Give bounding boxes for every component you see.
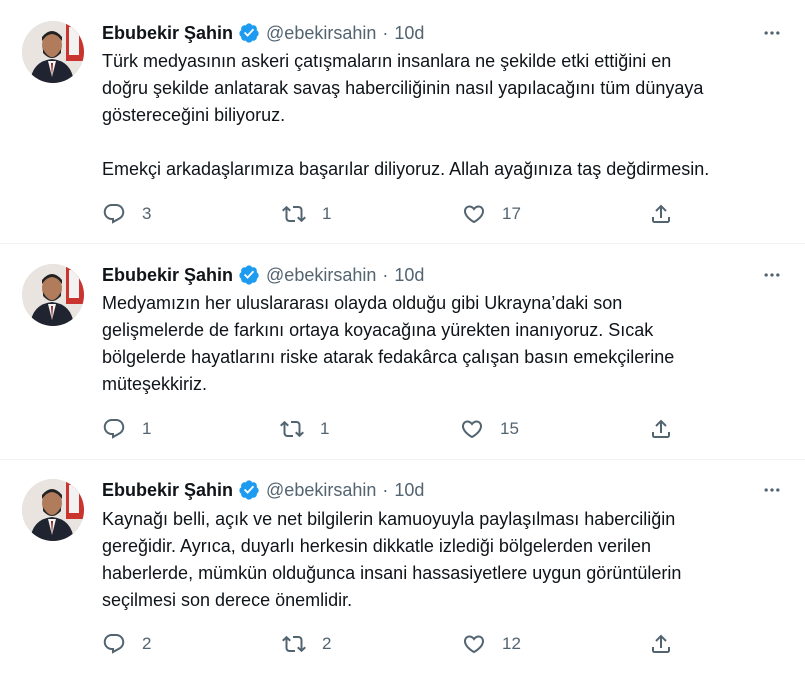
tweet-text-line: göstereceğini biliyoruz. bbox=[102, 105, 286, 125]
tweet-text-line: gereğidir. Ayrıca, duyarlı herkesin dikk… bbox=[102, 536, 651, 556]
retweet-count: 2 bbox=[322, 634, 332, 653]
more-options-icon[interactable] bbox=[760, 21, 784, 45]
separator-dot: · bbox=[382, 264, 389, 285]
tweet-text-line: gelişmelerde de farkını ortaya koyacağın… bbox=[102, 320, 654, 340]
tweet-text-line: Medyamızın her uluslararası olayda olduğ… bbox=[102, 293, 623, 313]
like-button[interactable]: 17 bbox=[462, 201, 521, 227]
retweet-count: 1 bbox=[322, 204, 332, 223]
more-options-icon[interactable] bbox=[760, 478, 784, 502]
tweet-header: Ebubekir Şahin @ebekirsahin · 10d bbox=[102, 263, 424, 287]
tweet-text-line: doğru şekilde anlatarak savaş haberciliğ… bbox=[102, 78, 704, 98]
like-count: 17 bbox=[502, 204, 521, 223]
author-handle[interactable]: @ebekirsahin bbox=[266, 480, 376, 501]
author-handle[interactable]: @ebekirsahin bbox=[266, 23, 376, 44]
tweet-text: Kaynağı belli, açık ve net bilgilerin ka… bbox=[102, 506, 792, 614]
retweet-button[interactable]: 2 bbox=[282, 631, 331, 657]
separator-dot: · bbox=[382, 22, 389, 43]
heart-icon bbox=[463, 205, 485, 224]
tweet-text-line: Emekçi arkadaşlarımıza başarılar diliyor… bbox=[102, 159, 710, 179]
more-options-icon[interactable] bbox=[760, 263, 784, 287]
tweet[interactable]: Ebubekir Şahin @ebekirsahin · 10d Medyam… bbox=[0, 244, 805, 459]
share-icon bbox=[652, 634, 670, 653]
author-name[interactable]: Ebubekir Şahin bbox=[102, 480, 233, 501]
tweet[interactable]: Ebubekir Şahin @ebekirsahin · 10d Türk m… bbox=[0, 0, 805, 243]
tweet[interactable]: Ebubekir Şahin @ebekirsahin · 10d Kaynağ… bbox=[0, 460, 805, 677]
retweet-icon bbox=[282, 205, 306, 223]
tweet-text-line: Kaynağı belli, açık ve net bilgilerin ka… bbox=[102, 509, 676, 529]
heart-icon bbox=[461, 420, 483, 439]
tweet-header: Ebubekir Şahin @ebekirsahin · 10d bbox=[102, 21, 424, 45]
tweet-text-line: müteşekkiriz. bbox=[102, 374, 208, 394]
author-name[interactable]: Ebubekir Şahin bbox=[102, 265, 233, 286]
share-button[interactable] bbox=[649, 631, 673, 657]
retweet-icon bbox=[282, 635, 306, 653]
verified-badge-icon bbox=[238, 22, 260, 44]
reply-count: 3 bbox=[142, 204, 152, 223]
tweet-timestamp[interactable]: 10d bbox=[394, 480, 424, 501]
tweet-timestamp[interactable]: 10d bbox=[394, 265, 424, 286]
retweet-icon bbox=[280, 420, 304, 438]
avatar[interactable] bbox=[22, 21, 84, 83]
share-icon bbox=[652, 204, 670, 223]
like-count: 12 bbox=[502, 634, 521, 653]
reply-icon bbox=[103, 634, 125, 654]
share-button[interactable] bbox=[649, 201, 673, 227]
avatar[interactable] bbox=[22, 264, 84, 326]
reply-count: 1 bbox=[142, 419, 152, 438]
heart-icon bbox=[463, 635, 485, 654]
tweet-text-line: seçilmesi son derece önemlidir. bbox=[102, 590, 353, 610]
tweet-text-line: bölgelerde hayatlarını riske atarak feda… bbox=[102, 347, 675, 367]
tweet-text: Medyamızın her uluslararası olayda olduğ… bbox=[102, 290, 792, 398]
like-count: 15 bbox=[500, 419, 519, 438]
separator-dot: · bbox=[382, 479, 389, 500]
retweet-button[interactable]: 1 bbox=[282, 201, 331, 227]
verified-badge-icon bbox=[238, 479, 260, 501]
author-handle[interactable]: @ebekirsahin bbox=[266, 265, 376, 286]
tweet-text-line: haberlerde, mümkün olduğunca insani hass… bbox=[102, 563, 682, 583]
tweet-timestamp[interactable]: 10d bbox=[394, 23, 424, 44]
retweet-button[interactable]: 1 bbox=[280, 416, 329, 442]
reply-button[interactable]: 2 bbox=[102, 631, 151, 657]
verified-badge-icon bbox=[238, 264, 260, 286]
retweet-count: 1 bbox=[320, 419, 330, 438]
reply-icon bbox=[103, 419, 125, 439]
like-button[interactable]: 12 bbox=[462, 631, 521, 657]
author-name[interactable]: Ebubekir Şahin bbox=[102, 23, 233, 44]
reply-count: 2 bbox=[142, 634, 152, 653]
avatar[interactable] bbox=[22, 479, 84, 541]
like-button[interactable]: 15 bbox=[460, 416, 519, 442]
share-button[interactable] bbox=[649, 416, 673, 442]
reply-icon bbox=[103, 204, 125, 224]
share-icon bbox=[652, 419, 670, 438]
reply-button[interactable]: 3 bbox=[102, 201, 151, 227]
reply-button[interactable]: 1 bbox=[102, 416, 151, 442]
tweet-text-line: Türk medyasının askeri çatışmaların insa… bbox=[102, 51, 672, 71]
tweet-header: Ebubekir Şahin @ebekirsahin · 10d bbox=[102, 478, 424, 502]
tweet-text: Türk medyasının askeri çatışmaların insa… bbox=[102, 48, 792, 183]
